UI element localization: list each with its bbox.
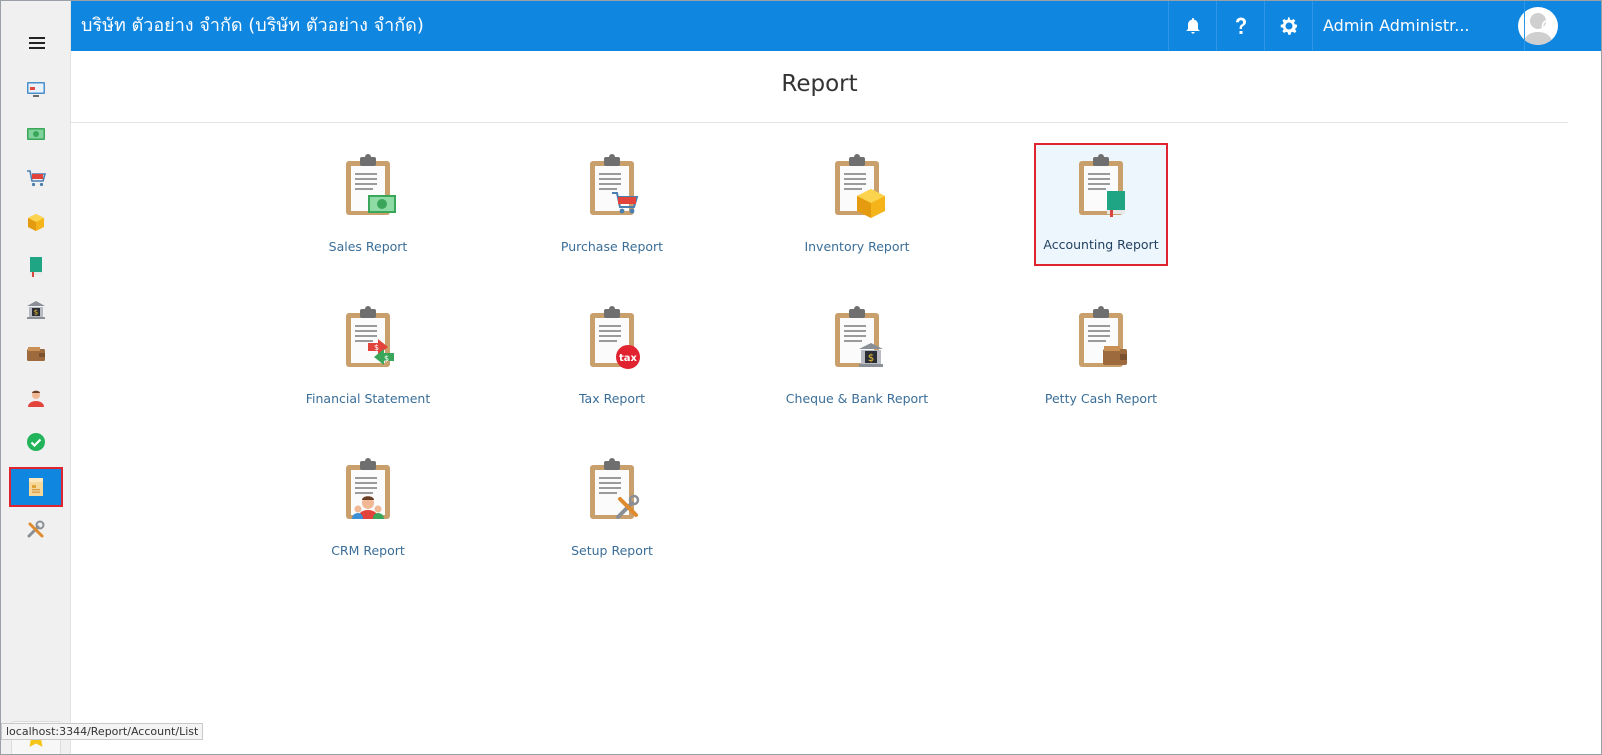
report-tile-cheque-bank[interactable]: $ Cheque & Bank Report: [786, 297, 928, 420]
sidebar-item-setup[interactable]: [9, 510, 63, 550]
box-icon: [28, 214, 44, 231]
bank-icon: $: [27, 301, 45, 319]
report-tile-tax[interactable]: tax Tax Report: [545, 297, 679, 420]
menu-toggle-button[interactable]: [29, 37, 45, 49]
svg-text:$: $: [374, 343, 379, 352]
setup-report-icon: [590, 458, 640, 519]
hamburger-icon-line: [29, 42, 45, 44]
petty-cash-report-icon: [1079, 306, 1127, 367]
cart-icon: [27, 170, 47, 187]
sidebar: $: [1, 1, 71, 754]
sidebar-item-petty-cash[interactable]: [9, 334, 63, 374]
company-name[interactable]: บริษัท ตัวอย่าง จำกัด (บริษัท ตัวอย่าง จ…: [81, 1, 424, 51]
book-icon: [30, 257, 42, 277]
logout-button[interactable]: [1524, 1, 1572, 51]
purchase-report-icon: [590, 154, 639, 215]
svg-text:$: $: [868, 353, 874, 364]
svg-text:$: $: [384, 354, 389, 363]
crm-report-icon: [346, 458, 390, 519]
report-label[interactable]: Sales Report: [271, 239, 465, 254]
report-icon: [29, 478, 43, 496]
tools-icon: [27, 520, 45, 538]
tax-report-icon: tax: [590, 306, 640, 369]
sidebar-item-approve[interactable]: [9, 422, 63, 462]
report-label[interactable]: Accounting Report: [1006, 237, 1196, 252]
report-tile-setup[interactable]: Setup Report: [545, 449, 679, 572]
sidebar-item-dashboard[interactable]: [9, 69, 63, 109]
title-divider: [71, 122, 1568, 123]
money-icon: [27, 128, 45, 140]
report-tile-sales[interactable]: Sales Report: [301, 145, 435, 268]
report-label[interactable]: Tax Report: [515, 391, 709, 406]
sidebar-item-crm[interactable]: [9, 378, 63, 418]
help-button[interactable]: [1216, 1, 1264, 51]
bell-icon: [1186, 18, 1199, 34]
report-tile-crm[interactable]: CRM Report: [301, 449, 435, 572]
report-label[interactable]: Cheque & Bank Report: [760, 391, 954, 406]
sidebar-item-accounting[interactable]: [9, 246, 63, 286]
report-label[interactable]: Purchase Report: [515, 239, 709, 254]
report-tile-petty-cash[interactable]: Petty Cash Report: [1034, 297, 1168, 420]
page-title: Report: [781, 71, 858, 97]
report-tile-financial[interactable]: $ $ Financial Statement: [301, 297, 435, 420]
report-label[interactable]: Petty Cash Report: [1004, 391, 1198, 406]
inventory-report-icon: [835, 154, 885, 218]
app-window: บริษัท ตัวอย่าง จำกัด (บริษัท ตัวอย่าง จ…: [0, 0, 1602, 755]
monitor-icon: [27, 82, 45, 97]
people-icon: [28, 390, 44, 407]
top-bar: บริษัท ตัวอย่าง จำกัด (บริษัท ตัวอย่าง จ…: [71, 1, 1601, 51]
sidebar-item-inventory[interactable]: [9, 202, 63, 242]
sidebar-item-sales[interactable]: [9, 114, 63, 154]
hamburger-icon-line: [29, 47, 45, 49]
hamburger-icon: [29, 37, 45, 39]
report-label[interactable]: CRM Report: [271, 543, 465, 558]
sidebar-item-purchase[interactable]: [9, 158, 63, 198]
report-label[interactable]: Inventory Report: [760, 239, 954, 254]
accounting-report-icon: [1079, 154, 1125, 217]
status-url: localhost:3344/Report/Account/List: [1, 723, 204, 740]
help-icon: [1235, 17, 1246, 34]
user-name: Admin Administr...: [1323, 16, 1470, 35]
financial-statement-icon: $ $: [346, 306, 394, 367]
sales-report-icon: [346, 154, 396, 215]
check-icon: [27, 433, 45, 451]
sidebar-item-report[interactable]: [9, 467, 63, 507]
report-label[interactable]: Financial Statement: [271, 391, 465, 406]
power-icon: [1541, 17, 1556, 34]
report-tile-inventory[interactable]: Inventory Report: [790, 145, 924, 268]
settings-button[interactable]: [1264, 1, 1312, 51]
notification-button[interactable]: [1168, 1, 1216, 51]
svg-text:$: $: [34, 309, 38, 317]
wallet-icon: [27, 347, 45, 361]
gear-icon: [1280, 17, 1297, 35]
cheque-bank-report-icon: $: [835, 306, 883, 367]
report-tile-accounting[interactable]: Accounting Report: [1034, 143, 1168, 266]
tax-badge: tax: [619, 353, 638, 364]
report-tile-purchase[interactable]: Purchase Report: [545, 145, 679, 268]
sidebar-item-bank[interactable]: $: [9, 290, 63, 330]
report-label[interactable]: Setup Report: [515, 543, 709, 558]
